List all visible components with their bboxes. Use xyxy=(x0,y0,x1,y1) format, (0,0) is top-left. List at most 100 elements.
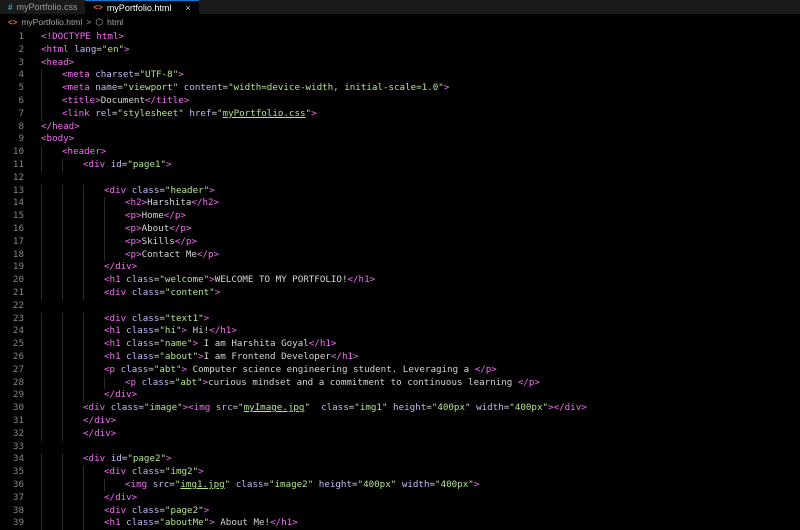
code-line[interactable]: 20 <h1 class="welcome">WELCOME TO MY PORT… xyxy=(0,274,800,287)
code-line[interactable]: 21 <div class="content"> xyxy=(0,287,800,300)
code-token: <link xyxy=(62,107,90,119)
code-line[interactable]: 29 </div> xyxy=(0,389,800,403)
line-number: 5 xyxy=(18,82,24,94)
line-number: 8 xyxy=(18,120,24,132)
code-token: "img2" xyxy=(164,466,199,478)
line-number: 12 xyxy=(12,171,24,183)
tab-myportfolio-css[interactable]: # myPortfolio.css xyxy=(0,0,85,14)
line-number: 14 xyxy=(12,197,24,209)
breadcrumb-file[interactable]: myPortfolio.html xyxy=(21,17,82,27)
code-line[interactable]: 26 <h1 class="about">I am Frontend Develo… xyxy=(0,351,800,364)
code-line[interactable]: 33 xyxy=(0,441,800,454)
indent-guide xyxy=(83,479,84,492)
code-text: </div> xyxy=(104,261,137,274)
code-token: "400px" xyxy=(431,402,471,414)
code-line[interactable]: 34 <div id="page2"> xyxy=(0,453,800,467)
code-line[interactable]: 1 <!DOCTYPE html> xyxy=(0,31,800,44)
code-line[interactable]: 27 <p class="abt"> Computer science engin… xyxy=(0,363,800,377)
code-line[interactable]: 12 xyxy=(0,172,800,185)
code-line[interactable]: 32 </div> xyxy=(0,427,800,441)
indent-guide xyxy=(41,466,42,479)
indent-guide xyxy=(62,376,63,390)
code-token: </p> xyxy=(517,376,540,388)
code-token: </h1> xyxy=(209,325,237,337)
indent-guide xyxy=(41,248,42,262)
code-line[interactable]: 37 </div> xyxy=(0,491,800,505)
line-number: 15 xyxy=(12,210,24,222)
code-line[interactable]: 18 <p>Contact Me</p> xyxy=(0,248,800,262)
code-token: <div xyxy=(83,159,106,170)
code-line[interactable]: 24 <h1 class="hi"> Hi!</h1> xyxy=(0,325,800,339)
code-line[interactable]: 15 <p>Home</p> xyxy=(0,210,800,223)
code-token: class xyxy=(110,402,139,414)
indent-guide xyxy=(62,517,63,530)
code-line[interactable]: 7 <link rel="stylesheet" href="myPortfoli… xyxy=(0,107,800,121)
code-token: "stylesheet" xyxy=(117,107,184,119)
code-line[interactable]: 16 <p>About</p> xyxy=(0,223,800,236)
code-text: <div id="page1"> xyxy=(83,159,172,172)
code-line[interactable]: 23 <div class="text1"> xyxy=(0,312,800,326)
code-line[interactable]: 30 <div class="image"><img src="myImage.j… xyxy=(0,402,800,415)
code-line[interactable]: 4 <meta charset="UTF-8"> xyxy=(0,69,800,83)
indent-guide xyxy=(41,95,42,108)
code-token: <h1 xyxy=(104,351,121,362)
code-token: id xyxy=(110,453,122,465)
code-line[interactable]: 22 xyxy=(0,300,800,313)
code-line[interactable]: 5 <meta name="viewport" content="width=de… xyxy=(0,82,800,95)
code-line[interactable]: 11 <div id="page1"> xyxy=(0,159,800,172)
code-token: </div> xyxy=(83,427,117,439)
code-editor[interactable]: 1 <!DOCTYPE html> 2 <html lang="en"> 3 <head>… xyxy=(0,29,800,530)
css-file-icon: # xyxy=(8,2,13,12)
code-token: </div> xyxy=(104,491,138,503)
indent-guide xyxy=(83,274,84,287)
line-number: 34 xyxy=(12,453,24,465)
indent-guide xyxy=(104,248,105,262)
code-line[interactable]: 2 <html lang="en"> xyxy=(0,44,800,57)
code-token: </div> xyxy=(104,261,138,273)
indent-guide xyxy=(41,453,42,467)
indent-guide xyxy=(83,517,84,530)
line-number: 31 xyxy=(12,415,24,426)
code-line[interactable]: 17 <p>Skills</p> xyxy=(0,235,800,249)
code-token: "abt" xyxy=(153,363,182,375)
code-token: </div> xyxy=(104,389,138,401)
code-line[interactable]: 28 <p class="abt">curious mindset and a c… xyxy=(0,376,800,390)
indent-guide xyxy=(62,402,63,415)
line-number: 35 xyxy=(12,466,24,478)
code-line[interactable]: 10 <header> xyxy=(0,146,800,159)
code-token: "image" xyxy=(143,402,183,414)
indent-guide xyxy=(83,389,84,403)
indent-guide xyxy=(41,223,42,236)
code-token: <p> xyxy=(125,223,142,234)
code-token: <p> xyxy=(125,248,142,260)
breadcrumb-element[interactable]: html xyxy=(107,17,123,27)
code-token: "en" xyxy=(101,43,125,55)
code-line[interactable]: 9 <body> xyxy=(0,133,800,146)
code-token: > xyxy=(166,159,172,170)
code-token: Harshita xyxy=(147,197,192,209)
code-token: </div> xyxy=(83,415,117,426)
code-line[interactable]: 38 <div class="page2"> xyxy=(0,504,800,518)
code-line[interactable]: 25 <h1 class="name"> I am Harshita Goyal<… xyxy=(0,338,800,351)
code-line[interactable]: 13 <div class="header"> xyxy=(0,184,800,198)
code-line[interactable]: 39 <h1 class="aboutMe"> About Me!</h1> xyxy=(0,517,800,530)
code-line[interactable]: 19 </div> xyxy=(0,261,800,275)
code-token: Home xyxy=(141,210,164,222)
code-token: > xyxy=(443,82,450,94)
indent-guide xyxy=(41,517,42,530)
tab-myportfolio-html[interactable]: <> myPortfolio.html × xyxy=(85,0,199,14)
code-token: width xyxy=(401,479,430,490)
code-line[interactable]: 6 <title>Document</title> xyxy=(0,95,800,108)
code-token: <div xyxy=(83,453,106,465)
code-token: height xyxy=(318,479,352,490)
code-line[interactable]: 8 </head> xyxy=(0,121,800,134)
code-line[interactable]: 36 <img src="img1.jpg" class="image2" hei… xyxy=(0,479,800,492)
code-line[interactable]: 31 </div> xyxy=(0,415,800,428)
code-line[interactable]: 35 <div class="img2"> xyxy=(0,466,800,479)
code-line[interactable]: 3 <head> xyxy=(0,57,800,70)
close-icon[interactable]: × xyxy=(185,3,190,13)
indent-guide xyxy=(62,287,63,300)
code-text: <div class="header"> xyxy=(104,185,215,198)
code-token: class xyxy=(131,184,160,196)
code-line[interactable]: 14 <h2>Harshita</h2> xyxy=(0,197,800,211)
